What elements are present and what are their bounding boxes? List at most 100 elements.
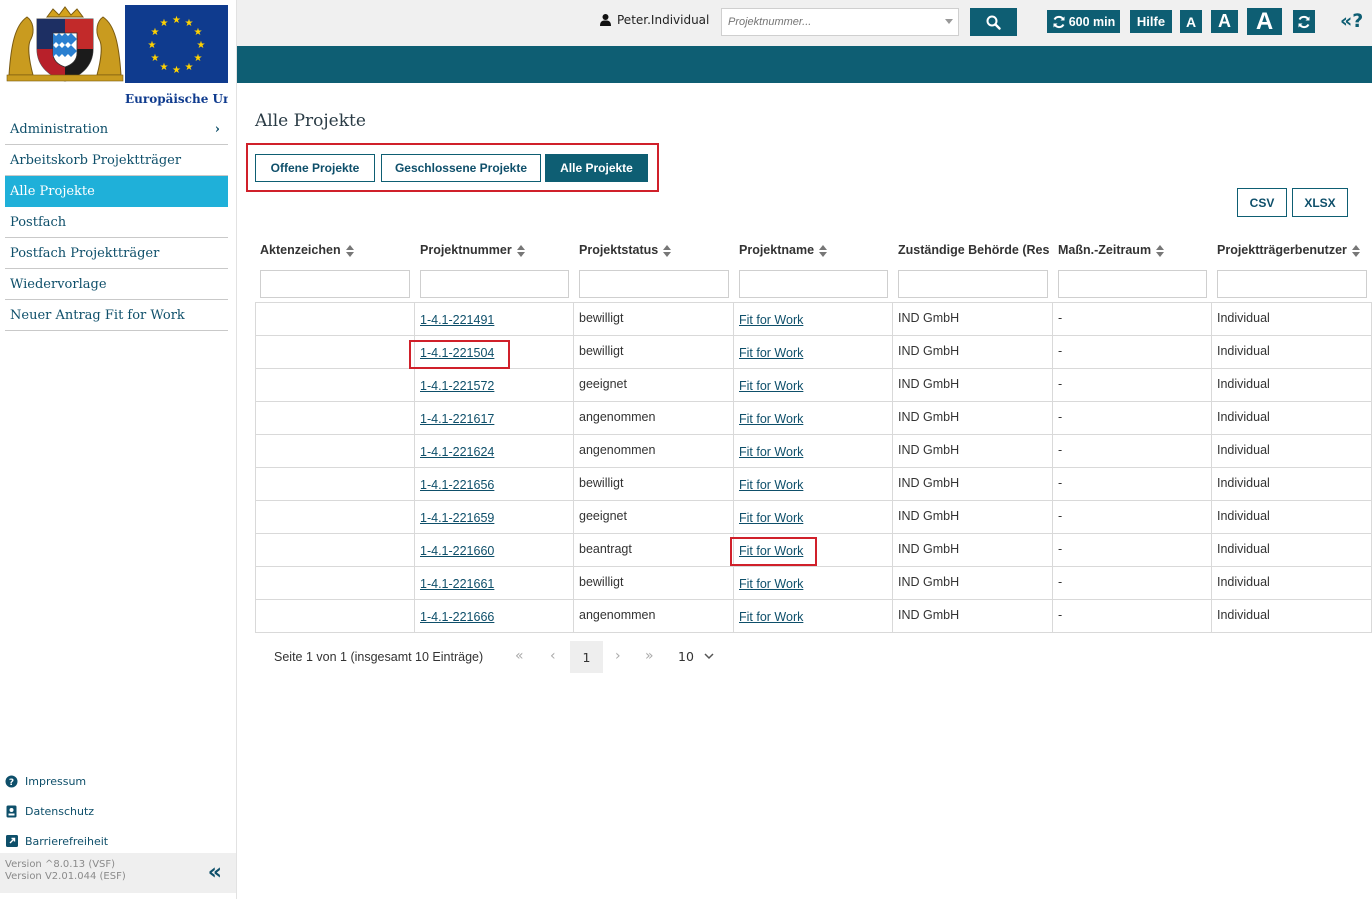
sidebar-item-administration[interactable]: Administration ›	[5, 114, 228, 145]
cell-projektname[interactable]: Fit for Work	[734, 501, 893, 534]
filter-input-zeitraum[interactable]	[1058, 270, 1207, 298]
table-row: 1-4.1-221661 bewilligt Fit for Work IND Gmb…	[255, 566, 1372, 599]
sidebar-item-alle-projekte[interactable]: Alle Projekte	[5, 176, 228, 207]
svg-text:?: ?	[9, 778, 14, 788]
column-header-label[interactable]: Projektname	[739, 243, 828, 257]
sidebar-item-arbeitskorb[interactable]: Arbeitskorb Projektträger	[5, 145, 228, 176]
cell-zeitraum: -	[1058, 608, 1063, 622]
cell-projektname[interactable]: Fit for Work	[734, 369, 893, 402]
table-row: 1-4.1-221624 angenommen Fit for Work IND Gm…	[255, 434, 1372, 467]
user-name: Peter.Individual	[617, 13, 710, 27]
cell-behoerde: IND GmbH	[898, 608, 960, 622]
chevron-down-icon	[704, 653, 714, 660]
bavaria-coat-of-arms-logo	[5, 5, 125, 83]
cell-projektnummer[interactable]: 1-4.1-221491	[415, 303, 574, 336]
cell-projektname[interactable]: Fit for Work	[734, 600, 893, 633]
svg-text:★: ★	[185, 62, 194, 73]
session-timer-button[interactable]: 600 min	[1047, 10, 1120, 33]
sidebar-item-wiedervorlage[interactable]: Wiedervorlage	[5, 269, 228, 300]
reload-button[interactable]	[1293, 10, 1315, 33]
cell-projektstatus: bewilligt	[579, 476, 624, 490]
font-size-medium-button[interactable]: A	[1211, 10, 1238, 33]
cell-benutzer: Individual	[1217, 476, 1270, 490]
export-csv-button[interactable]: CSV	[1237, 188, 1287, 217]
cell-projektnummer[interactable]: 1-4.1-221624	[415, 435, 574, 468]
search-button[interactable]	[970, 8, 1017, 36]
collapse-sidebar-icon[interactable]: «	[208, 862, 222, 884]
prev-page-icon[interactable]: ‹	[550, 648, 556, 664]
sort-icon[interactable]	[516, 244, 525, 257]
last-page-icon[interactable]: »	[645, 648, 654, 664]
sidebar-item-postfach[interactable]: Postfach	[5, 207, 228, 238]
sidebar-item-label: Neuer Antrag Fit for Work	[10, 307, 185, 323]
cell-projektname[interactable]: Fit for Work	[734, 303, 893, 336]
sidebar-item-postfach-projekttraeger[interactable]: Postfach Projektträger	[5, 238, 228, 269]
first-page-icon[interactable]: «	[515, 648, 524, 664]
tab-offene-projekte[interactable]: Offene Projekte	[255, 154, 375, 182]
filter-input-projektname[interactable]	[739, 270, 888, 298]
font-size-small-button[interactable]: A	[1180, 10, 1202, 33]
cell-projektnummer[interactable]: 1-4.1-221666	[415, 600, 574, 633]
filter-input-aktenzeichen[interactable]	[260, 270, 410, 298]
sort-icon[interactable]	[1156, 244, 1165, 257]
column-header-text: Projektstatus	[579, 243, 659, 257]
cell-aktenzeichen	[255, 534, 415, 567]
cell-projektstatus: angenommen	[579, 608, 656, 622]
sort-icon[interactable]	[663, 244, 672, 257]
sort-icon[interactable]	[1351, 244, 1360, 257]
cell-projektname[interactable]: Fit for Work	[734, 468, 893, 501]
export-xlsx-button[interactable]: XLSX	[1292, 188, 1348, 217]
page-size-select[interactable]: 10	[678, 649, 714, 664]
cell-projektname[interactable]: Fit for Work	[734, 336, 893, 369]
filter-input-projektnummer[interactable]	[420, 270, 569, 298]
cell-aktenzeichen	[255, 567, 415, 600]
user-info[interactable]: Peter.Individual	[600, 13, 709, 27]
logo-area: ★ ★ ★ ★ ★ ★ ★ ★ ★ ★ ★ ★ Europäische Unio…	[5, 5, 228, 109]
cell-projektnummer[interactable]: 1-4.1-221572	[415, 369, 574, 402]
cell-zeitraum: -	[1058, 311, 1063, 325]
cell-projektstatus: bewilligt	[579, 311, 624, 325]
sort-icon[interactable]	[819, 244, 828, 257]
column-header-label[interactable]: Projektnummer	[420, 243, 525, 257]
cell-projektnummer[interactable]: 1-4.1-221656	[415, 468, 574, 501]
column-header-label[interactable]: Zuständige Behörde (Res	[898, 243, 1049, 257]
filter-input-behoerde[interactable]	[898, 270, 1048, 298]
impressum-link[interactable]: ? Impressum	[5, 766, 228, 796]
cell-projektname[interactable]: Fit for Work	[734, 567, 893, 600]
sort-icon[interactable]	[345, 244, 354, 257]
next-page-icon[interactable]: ›	[615, 648, 621, 664]
caret-down-icon[interactable]	[945, 19, 953, 24]
filter-input-benutzer[interactable]	[1217, 270, 1367, 298]
column-header-label[interactable]: Projektträgerbenutzer	[1217, 243, 1360, 257]
font-size-large-button[interactable]: A	[1247, 8, 1282, 35]
cell-behoerde: IND GmbH	[898, 410, 960, 424]
column-header-label[interactable]: Aktenzeichen	[260, 243, 354, 257]
cell-projektname[interactable]: Fit for Work	[734, 402, 893, 435]
barrierefreiheit-link[interactable]: Barrierefreiheit	[5, 826, 228, 856]
cell-projektnummer[interactable]: 1-4.1-221660	[415, 534, 574, 567]
cell-projektnummer[interactable]: 1-4.1-221617	[415, 402, 574, 435]
tab-geschlossene-projekte[interactable]: Geschlossene Projekte	[381, 154, 541, 182]
filter-input-projektstatus[interactable]	[579, 270, 729, 298]
page-1-button[interactable]: 1	[570, 641, 603, 673]
svg-text:★: ★	[197, 40, 206, 51]
column-divider	[255, 302, 256, 633]
cell-projektstatus: bewilligt	[579, 575, 624, 589]
sidebar-item-neuer-antrag[interactable]: Neuer Antrag Fit for Work	[5, 300, 228, 331]
cell-projektnummer[interactable]: 1-4.1-221659	[415, 501, 574, 534]
help-button[interactable]: Hilfe	[1130, 10, 1172, 33]
cell-projektname[interactable]: Fit for Work	[734, 435, 893, 468]
column-header-label[interactable]: Projektstatus	[579, 243, 672, 257]
column-header-text: Projektnummer	[420, 243, 512, 257]
cell-behoerde: IND GmbH	[898, 575, 960, 589]
svg-text:★: ★	[194, 27, 203, 38]
column-header-aktenzeichen: Aktenzeichen	[255, 236, 415, 302]
column-header-label[interactable]: Maßn.-Zeitraum	[1058, 243, 1165, 257]
tab-alle-projekte[interactable]: Alle Projekte	[545, 154, 648, 182]
footer-link-label: Barrierefreiheit	[25, 834, 109, 848]
datenschutz-link[interactable]: Datenschutz	[5, 796, 228, 826]
collapse-help-icon[interactable]: «?	[1340, 10, 1363, 32]
cell-projektnummer[interactable]: 1-4.1-221661	[415, 567, 574, 600]
svg-text:★: ★	[160, 18, 169, 29]
project-number-input[interactable]	[721, 8, 959, 36]
